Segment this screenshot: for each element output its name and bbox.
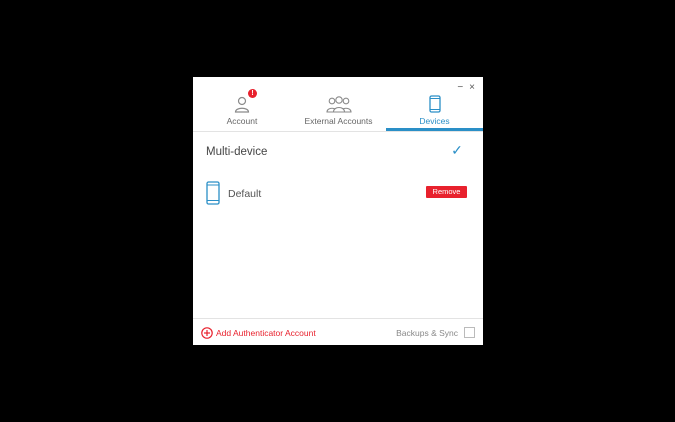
tab-devices-label: Devices: [419, 116, 450, 126]
tab-account[interactable]: ! Account: [193, 77, 291, 130]
group-icon: [325, 93, 352, 113]
devices-window: − × ! Account External Accounts Devices …: [193, 77, 483, 345]
tab-devices[interactable]: Devices: [386, 77, 483, 131]
add-circle-icon: [201, 327, 213, 339]
phone-icon: [206, 181, 220, 210]
add-authenticator-account-button[interactable]: Add Authenticator Account: [201, 327, 316, 339]
device-name: Default: [228, 188, 262, 200]
alert-badge: !: [248, 89, 257, 98]
tab-account-label: Account: [226, 116, 258, 126]
active-tab-indicator: [386, 128, 483, 131]
phone-icon: [428, 93, 441, 113]
tab-external-accounts-label: External Accounts: [304, 116, 373, 126]
footer: Add Authenticator Account Backups & Sync: [193, 318, 483, 346]
tab-bar: ! Account External Accounts Devices: [193, 77, 483, 132]
multi-device-label: Multi-device: [206, 146, 268, 158]
device-row: Default Remove: [206, 181, 470, 207]
backups-sync-checkbox[interactable]: [464, 327, 475, 338]
remove-device-button[interactable]: Remove: [426, 186, 467, 198]
multi-device-checkbox[interactable]: ✓: [450, 143, 464, 157]
backups-sync-toggle[interactable]: Backups & Sync: [396, 327, 475, 338]
tab-external-accounts[interactable]: External Accounts: [291, 77, 386, 130]
backups-sync-label: Backups & Sync: [396, 327, 458, 338]
user-icon: !: [233, 89, 257, 113]
multi-device-row: Multi-device ✓: [206, 143, 470, 163]
add-account-label: Add Authenticator Account: [216, 328, 316, 338]
